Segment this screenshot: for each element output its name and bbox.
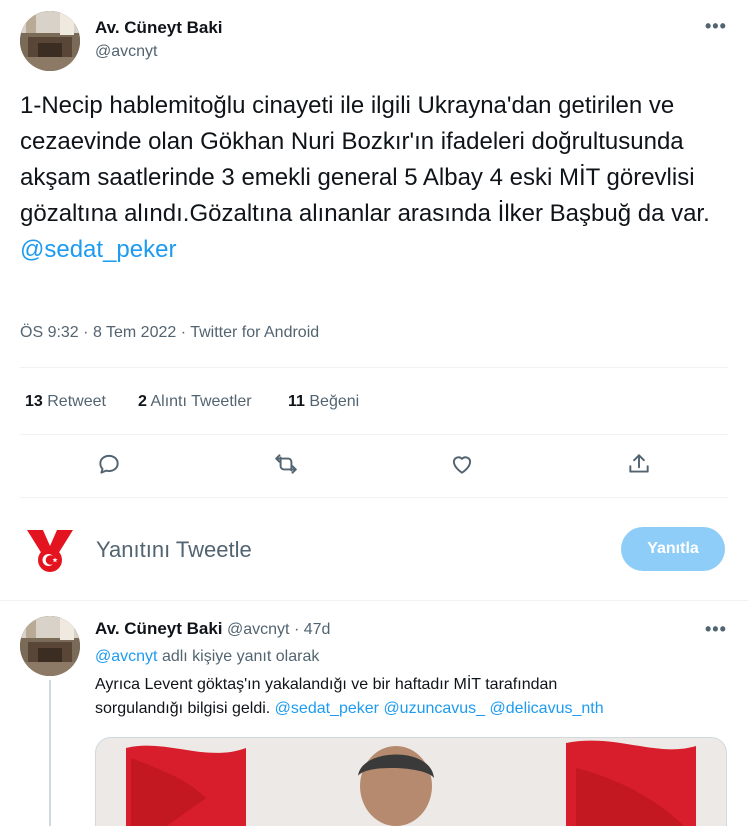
- replying-to-text: adlı kişiye yanıt olarak: [161, 648, 320, 665]
- reply-author-avatar[interactable]: [20, 616, 80, 676]
- reply-time[interactable]: 47d: [304, 621, 331, 638]
- medal-logo-icon: [25, 526, 75, 576]
- quote-stat[interactable]: 2 Alıntı Tweetler: [138, 393, 252, 411]
- reply-more-icon[interactable]: •••: [705, 619, 727, 640]
- like-stat[interactable]: 11 Beğeni: [288, 393, 359, 411]
- replying-to: @avcnyt adlı kişiye yanıt olarak: [95, 646, 319, 668]
- replying-to-handle[interactable]: @avcnyt: [95, 648, 157, 665]
- tweet-body: 1-Necip hablemitoğlu cinayeti ile ilgili…: [20, 88, 720, 268]
- reply-mention-1[interactable]: @sedat_peker: [275, 700, 379, 717]
- retweet-label: Retweet: [47, 393, 106, 410]
- reply-text-line2: sorgulandığı bilgisi geldi.: [95, 700, 271, 717]
- reply-media-image[interactable]: [95, 737, 727, 826]
- meta-separator: ·: [180, 324, 191, 341]
- avatar-image: [20, 616, 80, 676]
- meta-separator: ·: [83, 324, 93, 341]
- like-label: Beğeni: [309, 393, 360, 410]
- reply-mention-2[interactable]: @uzuncavus_: [383, 700, 485, 717]
- author-name[interactable]: Av. Cüneyt Baki: [95, 18, 223, 38]
- tweet-source[interactable]: Twitter for Android: [190, 324, 319, 341]
- media-photo: [96, 738, 726, 826]
- divider: [20, 497, 728, 498]
- tweet-meta: ÖS 9:32 · 8 Tem 2022 · Twitter for Andro…: [20, 324, 319, 342]
- retweet-icon[interactable]: [273, 451, 299, 477]
- tweet-time[interactable]: ÖS 9:32: [20, 324, 79, 341]
- retweet-count: 13: [25, 393, 43, 410]
- reply-author-handle[interactable]: @avcnyt: [227, 621, 289, 638]
- reply-text-line1: Ayrıca Levent göktaş'ın yakalandığı ve b…: [95, 676, 558, 693]
- author-avatar[interactable]: [20, 11, 80, 71]
- like-count: 11: [288, 393, 305, 410]
- reply-body: Ayrıca Levent göktaş'ın yakalandığı ve b…: [95, 673, 725, 721]
- reply-icon[interactable]: [96, 451, 122, 477]
- more-icon[interactable]: •••: [705, 16, 727, 37]
- quote-count: 2: [138, 393, 147, 410]
- share-icon[interactable]: [626, 451, 652, 477]
- divider: [0, 600, 748, 601]
- divider: [20, 367, 728, 368]
- divider: [20, 434, 728, 435]
- thread-line: [49, 680, 51, 826]
- quote-label: Alıntı Tweetler: [150, 393, 252, 410]
- tweet-mention-link[interactable]: @sedat_peker: [20, 236, 176, 263]
- reply-header: Av. Cüneyt Baki @avcnyt · 47d: [95, 619, 330, 639]
- reply-author-name[interactable]: Av. Cüneyt Baki: [95, 619, 223, 638]
- avatar-image: [20, 11, 80, 71]
- tweet-date[interactable]: 8 Tem 2022: [93, 324, 176, 341]
- tweet-text: 1-Necip hablemitoğlu cinayeti ile ilgili…: [20, 92, 710, 227]
- reply-mention-3[interactable]: @delicavus_nth: [490, 700, 604, 717]
- retweet-stat[interactable]: 13 Retweet: [25, 393, 106, 411]
- author-handle[interactable]: @avcnyt: [95, 43, 157, 61]
- like-icon[interactable]: [449, 451, 475, 477]
- reply-input[interactable]: Yanıtını Tweetle: [96, 537, 252, 563]
- meta-separator: ·: [293, 621, 300, 638]
- reply-submit-button[interactable]: Yanıtla: [621, 527, 725, 571]
